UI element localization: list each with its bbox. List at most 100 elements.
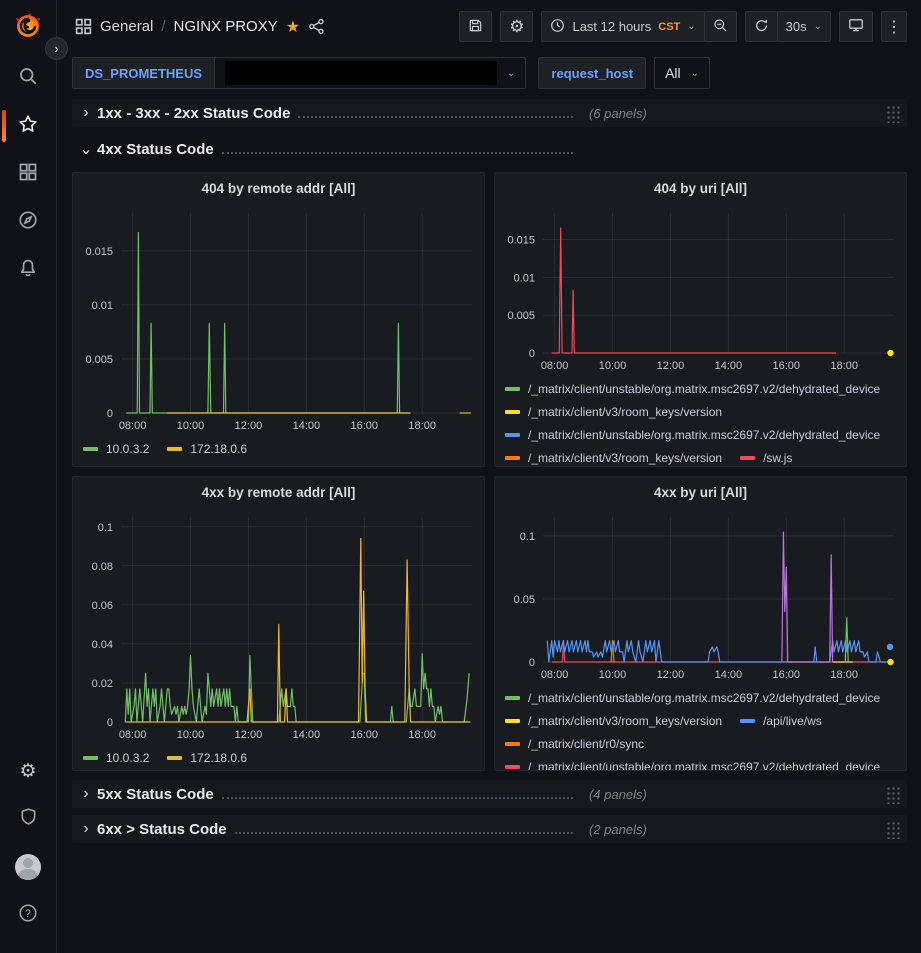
svg-text:0.1: 0.1	[98, 522, 113, 534]
row-lead: 6xx > Status Code	[97, 821, 575, 838]
chevron-right-icon: ›	[79, 104, 93, 122]
legend-item[interactable]: /api/live/ws	[740, 709, 822, 732]
chart-canvas[interactable]: 00.0050.010.01508:0010:0012:0014:0016:00…	[495, 203, 906, 375]
legend-swatch	[505, 387, 520, 391]
more-options-button[interactable]: ⋮	[881, 11, 907, 42]
svg-text:0: 0	[529, 657, 535, 669]
refresh-interval-select[interactable]: 30s ⌄	[777, 11, 831, 42]
svg-text:0.01: 0.01	[92, 300, 113, 312]
legend-label: /_matrix/client/v3/room_keys/version	[528, 405, 722, 419]
sidebar-item-alerting[interactable]	[0, 246, 56, 294]
row-header-6xx[interactable]: › 6xx > Status Code (2 panels)	[72, 815, 907, 843]
favorite-star-icon[interactable]: ★	[286, 17, 300, 37]
legend-item[interactable]: /_matrix/client/v3/room_keys/version	[505, 709, 722, 732]
svg-text:10:00: 10:00	[599, 360, 627, 372]
grafana-logo-icon[interactable]	[13, 10, 43, 40]
panel-4xx-by-remote-addr: 4xx by remote addr [All] 00.020.040.060.…	[72, 476, 485, 771]
panel-title[interactable]: 404 by uri [All]	[495, 173, 906, 203]
legend-item[interactable]: /_matrix/client/unstable/org.matrix.msc2…	[505, 377, 880, 400]
sidebar-item-help[interactable]: ?	[0, 891, 56, 939]
panel-legend: /_matrix/client/unstable/org.matrix.msc2…	[495, 375, 906, 466]
chart-container: 00.050.108:0010:0012:0014:0016:0018:00	[495, 507, 906, 684]
row-header-5xx[interactable]: › 5xx Status Code (4 panels)	[72, 780, 907, 808]
save-dashboard-button[interactable]	[459, 11, 492, 42]
legend-label: /api/live/ws	[763, 714, 822, 728]
svg-text:14:00: 14:00	[715, 669, 743, 681]
legend-item[interactable]: /_matrix/client/unstable/org.matrix.msc2…	[505, 423, 880, 446]
chevron-down-icon: ⌄	[814, 21, 822, 32]
row-panel-count: (6 panels)	[589, 106, 647, 121]
chart-canvas[interactable]: 00.050.108:0010:0012:0014:0016:0018:00	[495, 507, 906, 684]
panel-404-by-uri: 404 by uri [All] 00.0050.010.01508:0010:…	[494, 172, 907, 467]
chart-canvas[interactable]: 00.0050.010.01508:0010:0012:0014:0016:00…	[73, 203, 484, 435]
legend-item[interactable]: /_matrix/client/unstable/org.matrix.msc2…	[505, 755, 880, 770]
chart-container: 00.020.040.060.080.108:0010:0012:0014:00…	[73, 507, 484, 744]
refresh-button[interactable]	[745, 11, 778, 42]
panel-4xx-by-uri: 4xx by uri [All] 00.050.108:0010:0012:00…	[494, 476, 907, 771]
main-area: General / NGINX PROXY ★	[57, 0, 921, 953]
refresh-interval-value: 30s	[786, 19, 807, 34]
sidebar-item-profile[interactable]	[0, 843, 56, 891]
panel-legend: 10.0.3.2 172.18.0.6	[73, 744, 484, 770]
legend-item[interactable]: 10.0.3.2	[83, 746, 149, 769]
svg-text:0.05: 0.05	[514, 594, 535, 606]
help-icon: ?	[18, 903, 38, 928]
row-panel-count: (4 panels)	[589, 787, 647, 802]
legend-item[interactable]: /_matrix/client/unstable/org.matrix.msc2…	[505, 686, 880, 709]
row-drag-handle[interactable]	[885, 104, 900, 123]
sidebar-item-starred[interactable]	[0, 102, 56, 150]
legend-item[interactable]: 172.18.0.6	[167, 746, 247, 769]
legend-swatch	[505, 410, 520, 414]
svg-text:18:00: 18:00	[408, 729, 436, 741]
share-icon[interactable]	[308, 18, 325, 35]
row-title: 1xx - 3xx - 2xx Status Code	[97, 105, 290, 122]
time-range-picker[interactable]: Last 12 hours CST ⌄	[541, 11, 704, 42]
zoom-out-button[interactable]	[704, 11, 737, 42]
svg-text:12:00: 12:00	[235, 729, 263, 741]
legend-item[interactable]: /_matrix/client/r0/sync	[505, 732, 644, 755]
legend-item[interactable]: /_matrix/client/v3/room_keys/version	[505, 446, 722, 466]
panel-title[interactable]: 4xx by uri [All]	[495, 477, 906, 507]
sidebar-item-dashboards[interactable]	[0, 150, 56, 198]
legend-item[interactable]: 172.18.0.6	[167, 437, 247, 460]
dotted-leader	[298, 116, 573, 118]
breadcrumb-section[interactable]: General	[100, 18, 153, 35]
panel-title[interactable]: 404 by remote addr [All]	[73, 173, 484, 203]
svg-text:?: ?	[25, 907, 31, 919]
dashboard-settings-button[interactable]: ⚙	[500, 11, 533, 42]
clock-icon	[550, 18, 565, 36]
legend-label: /_matrix/client/unstable/org.matrix.msc2…	[528, 382, 880, 396]
panel-404-by-remote-addr: 404 by remote addr [All] 00.0050.010.015…	[72, 172, 485, 467]
chart-container: 00.0050.010.01508:0010:0012:0014:0016:00…	[73, 203, 484, 435]
svg-text:12:00: 12:00	[657, 669, 685, 681]
sidebar-item-search[interactable]	[0, 54, 56, 102]
legend-label: /_matrix/client/r0/sync	[528, 737, 644, 751]
row-drag-handle[interactable]	[885, 785, 900, 804]
avatar	[15, 854, 41, 880]
row-drag-handle[interactable]	[885, 820, 900, 839]
sidebar-expand-button[interactable]: ›	[45, 37, 68, 60]
row-header-1xx[interactable]: › 1xx - 3xx - 2xx Status Code (6 panels)	[72, 99, 907, 127]
row-lead: 4xx Status Code	[97, 141, 575, 158]
panel-title[interactable]: 4xx by remote addr [All]	[73, 477, 484, 507]
panel-grid: 404 by remote addr [All] 00.0050.010.015…	[72, 172, 907, 771]
legend-swatch	[505, 696, 520, 700]
chart-canvas[interactable]: 00.020.040.060.080.108:0010:0012:0014:00…	[73, 507, 484, 744]
legend-item[interactable]: /sw.js	[740, 446, 792, 466]
shield-icon	[19, 807, 38, 831]
legend-item[interactable]: /_matrix/client/v3/room_keys/version	[505, 400, 722, 423]
datasource-select[interactable]: ⌄	[214, 57, 526, 89]
sidebar-item-explore[interactable]	[0, 198, 56, 246]
svg-text:18:00: 18:00	[408, 420, 436, 432]
request-host-select[interactable]: All ⌄	[654, 57, 710, 89]
sidebar-item-admin[interactable]	[0, 795, 56, 843]
dashboards-grid-icon	[18, 162, 38, 187]
row-header-4xx[interactable]: ⌄ 4xx Status Code	[72, 135, 907, 163]
svg-text:14:00: 14:00	[293, 729, 321, 741]
legend-item[interactable]: 10.0.3.2	[83, 437, 149, 460]
legend-label: /_matrix/client/v3/room_keys/version	[528, 714, 722, 728]
sidebar-item-settings[interactable]: ⚙	[0, 747, 56, 795]
search-icon	[18, 66, 38, 91]
kiosk-mode-button[interactable]	[839, 11, 873, 42]
variable-label: request_host	[538, 57, 646, 89]
